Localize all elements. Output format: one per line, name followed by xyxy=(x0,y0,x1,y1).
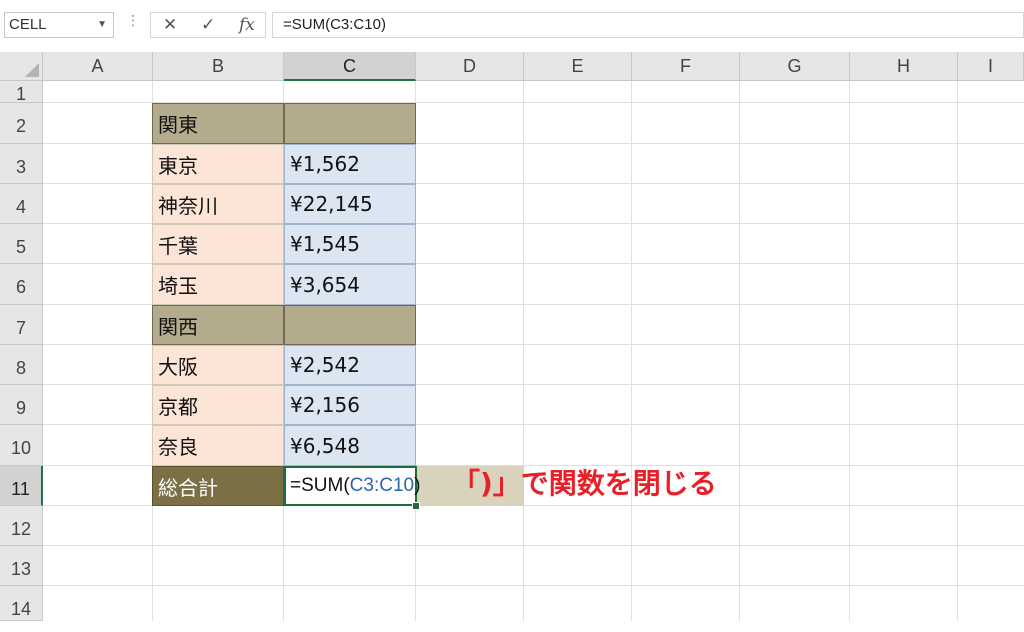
row-header-11[interactable]: 11 xyxy=(0,466,43,506)
formula-bar: CELL ▼ ⋮ ✕ ✓ fx =SUM(C3:C10) xyxy=(0,0,1024,52)
column-header-c[interactable]: C xyxy=(284,52,416,81)
column-header-a[interactable]: A xyxy=(43,52,153,81)
name-box[interactable]: CELL ▼ xyxy=(4,12,114,38)
cell-b4-pref[interactable]: 神奈川 xyxy=(152,184,284,224)
active-cell-c11[interactable]: =SUM(C3:C10) xyxy=(284,466,421,506)
cell-c2[interactable] xyxy=(284,103,416,144)
row-header-12[interactable]: 12 xyxy=(0,506,43,546)
column-header-d[interactable]: D xyxy=(416,52,524,81)
enter-icon[interactable]: ✓ xyxy=(201,13,215,37)
cell-c4-value[interactable]: ¥22,145 xyxy=(284,184,416,224)
row-header-9[interactable]: 9 xyxy=(0,385,43,425)
column-header-e[interactable]: E xyxy=(524,52,632,81)
row-header-4[interactable]: 4 xyxy=(0,184,43,224)
drag-handle-icon[interactable]: ⋮ xyxy=(126,13,140,29)
fill-handle[interactable] xyxy=(412,502,420,510)
column-header-g[interactable]: G xyxy=(740,52,850,81)
cell-b2-region-east[interactable]: 関東 xyxy=(152,103,284,144)
formula-buttons: ✕ ✓ fx xyxy=(150,12,266,38)
column-header-f[interactable]: F xyxy=(632,52,740,81)
chevron-down-icon[interactable]: ▼ xyxy=(97,13,107,37)
gridline xyxy=(631,81,632,621)
name-box-value: CELL xyxy=(9,16,47,33)
formula-range-ref: C3:C10 xyxy=(349,475,415,496)
row-header-10[interactable]: 10 xyxy=(0,425,43,466)
row-header-1[interactable]: 1 xyxy=(0,81,43,104)
column-header-i[interactable]: I xyxy=(958,52,1024,81)
row-header-14[interactable]: 14 xyxy=(0,586,43,621)
row-header-13[interactable]: 13 xyxy=(0,546,43,586)
cell-b10-pref[interactable]: 奈良 xyxy=(152,425,284,466)
annotation-callout: 「)」で関数を閉じる xyxy=(452,467,717,500)
gridline xyxy=(43,585,1024,586)
cell-c9-value[interactable]: ¥2,156 xyxy=(284,385,416,425)
cell-c5-value[interactable]: ¥1,545 xyxy=(284,224,416,264)
row-header-7[interactable]: 7 xyxy=(0,305,43,345)
cell-b5-pref[interactable]: 千葉 xyxy=(152,224,284,264)
cell-c6-value[interactable]: ¥3,654 xyxy=(284,264,416,305)
row-header-3[interactable]: 3 xyxy=(0,144,43,184)
row-header-8[interactable]: 8 xyxy=(0,345,43,385)
row-header-2[interactable]: 2 xyxy=(0,103,43,144)
cell-b8-pref[interactable]: 大阪 xyxy=(152,345,284,385)
gridline xyxy=(849,81,850,621)
cell-c10-value[interactable]: ¥6,548 xyxy=(284,425,416,466)
row-header-5[interactable]: 5 xyxy=(0,224,43,264)
column-header-b[interactable]: B xyxy=(153,52,284,81)
cancel-icon[interactable]: ✕ xyxy=(163,13,177,37)
cell-b9-pref[interactable]: 京都 xyxy=(152,385,284,425)
insert-function-icon[interactable]: fx xyxy=(239,13,255,37)
row-header-6[interactable]: 6 xyxy=(0,264,43,305)
gridline xyxy=(43,545,1024,546)
column-header-h[interactable]: H xyxy=(850,52,958,81)
select-all-icon xyxy=(25,63,39,77)
formula-prefix: =SUM( xyxy=(290,475,350,496)
gridline xyxy=(957,81,958,621)
formula-suffix: ) xyxy=(414,475,421,496)
cell-c7[interactable] xyxy=(284,305,416,345)
cell-b7-region-west[interactable]: 関西 xyxy=(152,305,284,345)
cell-c8-value[interactable]: ¥2,542 xyxy=(284,345,416,385)
cell-b11-total-label[interactable]: 総合計 xyxy=(152,466,284,506)
cell-b3-pref[interactable]: 東京 xyxy=(152,144,284,184)
gridline xyxy=(523,81,524,621)
select-all-corner[interactable] xyxy=(0,52,43,81)
gridline xyxy=(739,81,740,621)
cell-b6-pref[interactable]: 埼玉 xyxy=(152,264,284,305)
cell-c3-value[interactable]: ¥1,562 xyxy=(284,144,416,184)
formula-input[interactable]: =SUM(C3:C10) xyxy=(272,12,1024,38)
